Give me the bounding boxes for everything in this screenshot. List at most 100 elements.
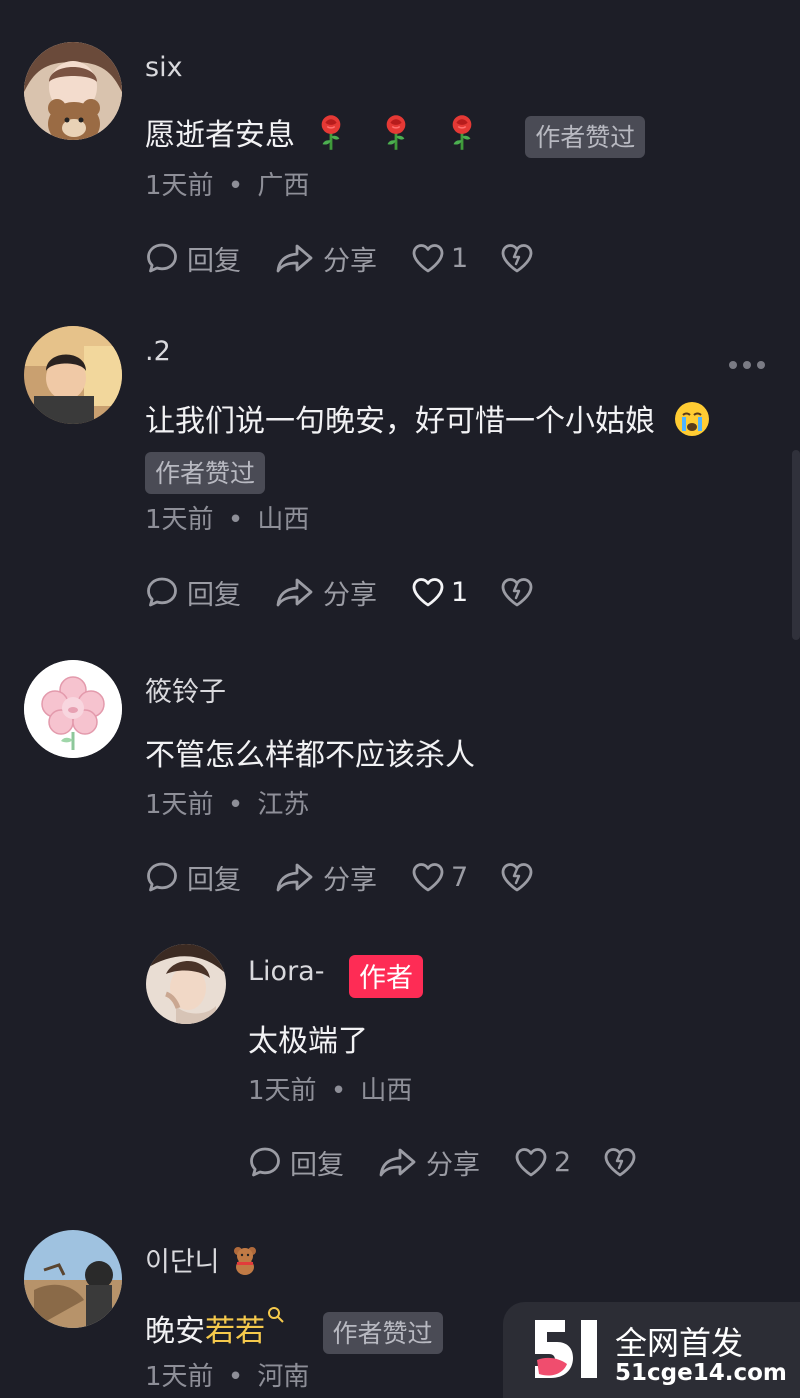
reply-time: 1天前	[248, 1076, 317, 1106]
reply-location: 山西	[360, 1076, 413, 1106]
meta-separator: •	[227, 1362, 244, 1392]
reply-button[interactable]: 回复	[248, 1142, 344, 1182]
dislike-button[interactable]	[603, 1142, 637, 1182]
rose-emoji	[382, 114, 410, 160]
comment-body: 晚安	[145, 1314, 205, 1349]
reply-text: 太极端了	[248, 1024, 368, 1059]
rose-emoji	[448, 114, 476, 160]
comment-location: 江苏	[257, 790, 310, 820]
like-count: 2	[554, 1146, 572, 1178]
comment-time: 1天前	[145, 790, 214, 820]
comment-meta: 1天前 • 山西	[145, 499, 309, 536]
share-arrow-icon	[275, 860, 315, 894]
like-count: 7	[451, 861, 469, 893]
like-button[interactable]: 1	[411, 572, 468, 612]
broken-heart-icon	[500, 576, 534, 608]
like-count: 1	[451, 576, 469, 608]
comment-actions: 回复 分享 1	[145, 572, 645, 612]
comment-meta: 1天前 • 河南	[145, 1356, 309, 1393]
reply-label: 回复	[187, 579, 241, 611]
comment-location: 广西	[257, 171, 310, 201]
comment-location: 山西	[257, 505, 310, 535]
comment-location: 河南	[257, 1362, 310, 1392]
dislike-button[interactable]	[500, 857, 534, 897]
like-button[interactable]: 1	[411, 238, 468, 278]
avatar[interactable]	[24, 42, 122, 140]
username[interactable]: six	[145, 52, 183, 83]
reply-actions: 回复 分享 2	[248, 1142, 748, 1182]
username[interactable]: .2	[145, 336, 171, 367]
dislike-button[interactable]	[500, 572, 534, 612]
watermark: 全网首发 51cge14.com	[503, 1302, 800, 1398]
share-label: 分享	[323, 579, 377, 611]
heart-icon	[514, 1146, 548, 1178]
comment-time: 1天前	[145, 171, 214, 201]
reply-button[interactable]: 回复	[145, 238, 241, 278]
avatar[interactable]	[24, 326, 122, 424]
share-label: 分享	[426, 1149, 480, 1181]
comment-actions: 回复 分享 1	[145, 238, 645, 278]
share-arrow-icon	[275, 575, 315, 609]
author-liked-badge: 作者赞过	[322, 1311, 443, 1354]
heart-icon	[411, 861, 445, 893]
share-arrow-icon	[275, 241, 315, 275]
reply-meta: 1天前 • 山西	[248, 1070, 412, 1107]
crying-face-emoji	[673, 400, 711, 446]
author-badge: 作者	[349, 955, 423, 998]
avatar[interactable]	[24, 1230, 122, 1328]
author-liked-badge: 作者赞过	[145, 452, 266, 494]
like-button[interactable]: 2	[514, 1142, 571, 1182]
share-button[interactable]: 分享	[275, 572, 377, 612]
search-highlight-link[interactable]: 若若	[205, 1314, 265, 1349]
broken-heart-icon	[603, 1146, 637, 1178]
share-button[interactable]: 分享	[378, 1142, 480, 1182]
username[interactable]: 이단니	[145, 1240, 258, 1282]
reply-button[interactable]: 回复	[145, 857, 241, 897]
author-liked-badge: 作者赞过	[525, 115, 646, 158]
heart-icon	[411, 576, 445, 608]
scrollbar[interactable]	[792, 450, 800, 640]
heart-icon	[411, 242, 445, 274]
comment-bubble-icon	[145, 575, 179, 609]
username-text: 이단니	[145, 1247, 220, 1278]
reply-label: 回复	[187, 864, 241, 896]
more-options-icon[interactable]	[728, 360, 766, 370]
share-arrow-icon	[378, 1145, 418, 1179]
search-icon[interactable]	[267, 1306, 285, 1324]
reply-button[interactable]: 回复	[145, 572, 241, 612]
comment-bubble-icon	[248, 1145, 282, 1179]
comment-bubble-icon	[145, 241, 179, 275]
comment-bubble-icon	[145, 860, 179, 894]
comment-time: 1天前	[145, 505, 214, 535]
watermark-logo-icon	[535, 1320, 597, 1378]
meta-separator: •	[227, 171, 244, 201]
share-button[interactable]: 分享	[275, 857, 377, 897]
comment-meta: 1天前 • 广西	[145, 165, 309, 202]
comment-meta: 1天前 • 江苏	[145, 784, 309, 821]
broken-heart-icon	[500, 861, 534, 893]
meta-separator: •	[227, 505, 244, 535]
username[interactable]: 筱铃子	[145, 670, 226, 709]
share-label: 分享	[323, 864, 377, 896]
comment-body: 愿逝者安息	[145, 118, 295, 153]
watermark-url: 51cge14.com	[615, 1360, 787, 1386]
share-button[interactable]: 分享	[275, 238, 377, 278]
username[interactable]: Liora-	[248, 956, 324, 987]
comment-text: 不管怎么样都不应该杀人	[145, 738, 475, 773]
dislike-button[interactable]	[500, 238, 534, 278]
teddy-bear-emoji	[232, 1245, 258, 1282]
like-button[interactable]: 7	[411, 857, 468, 897]
comment-time: 1天前	[145, 1362, 214, 1392]
rose-emoji	[317, 114, 345, 160]
reply-label: 回复	[290, 1149, 344, 1181]
broken-heart-icon	[500, 242, 534, 274]
avatar[interactable]	[146, 944, 226, 1024]
comment-text: 愿逝者安息 作者赞过	[145, 110, 646, 160]
share-label: 分享	[323, 245, 377, 277]
comment-actions: 回复 分享 7	[145, 857, 645, 897]
avatar[interactable]	[24, 660, 122, 758]
meta-separator: •	[227, 790, 244, 820]
meta-separator: •	[330, 1076, 347, 1106]
reply-label: 回复	[187, 245, 241, 277]
comment-body: 让我们说一句晚安，好可惜一个小姑娘	[145, 404, 655, 439]
